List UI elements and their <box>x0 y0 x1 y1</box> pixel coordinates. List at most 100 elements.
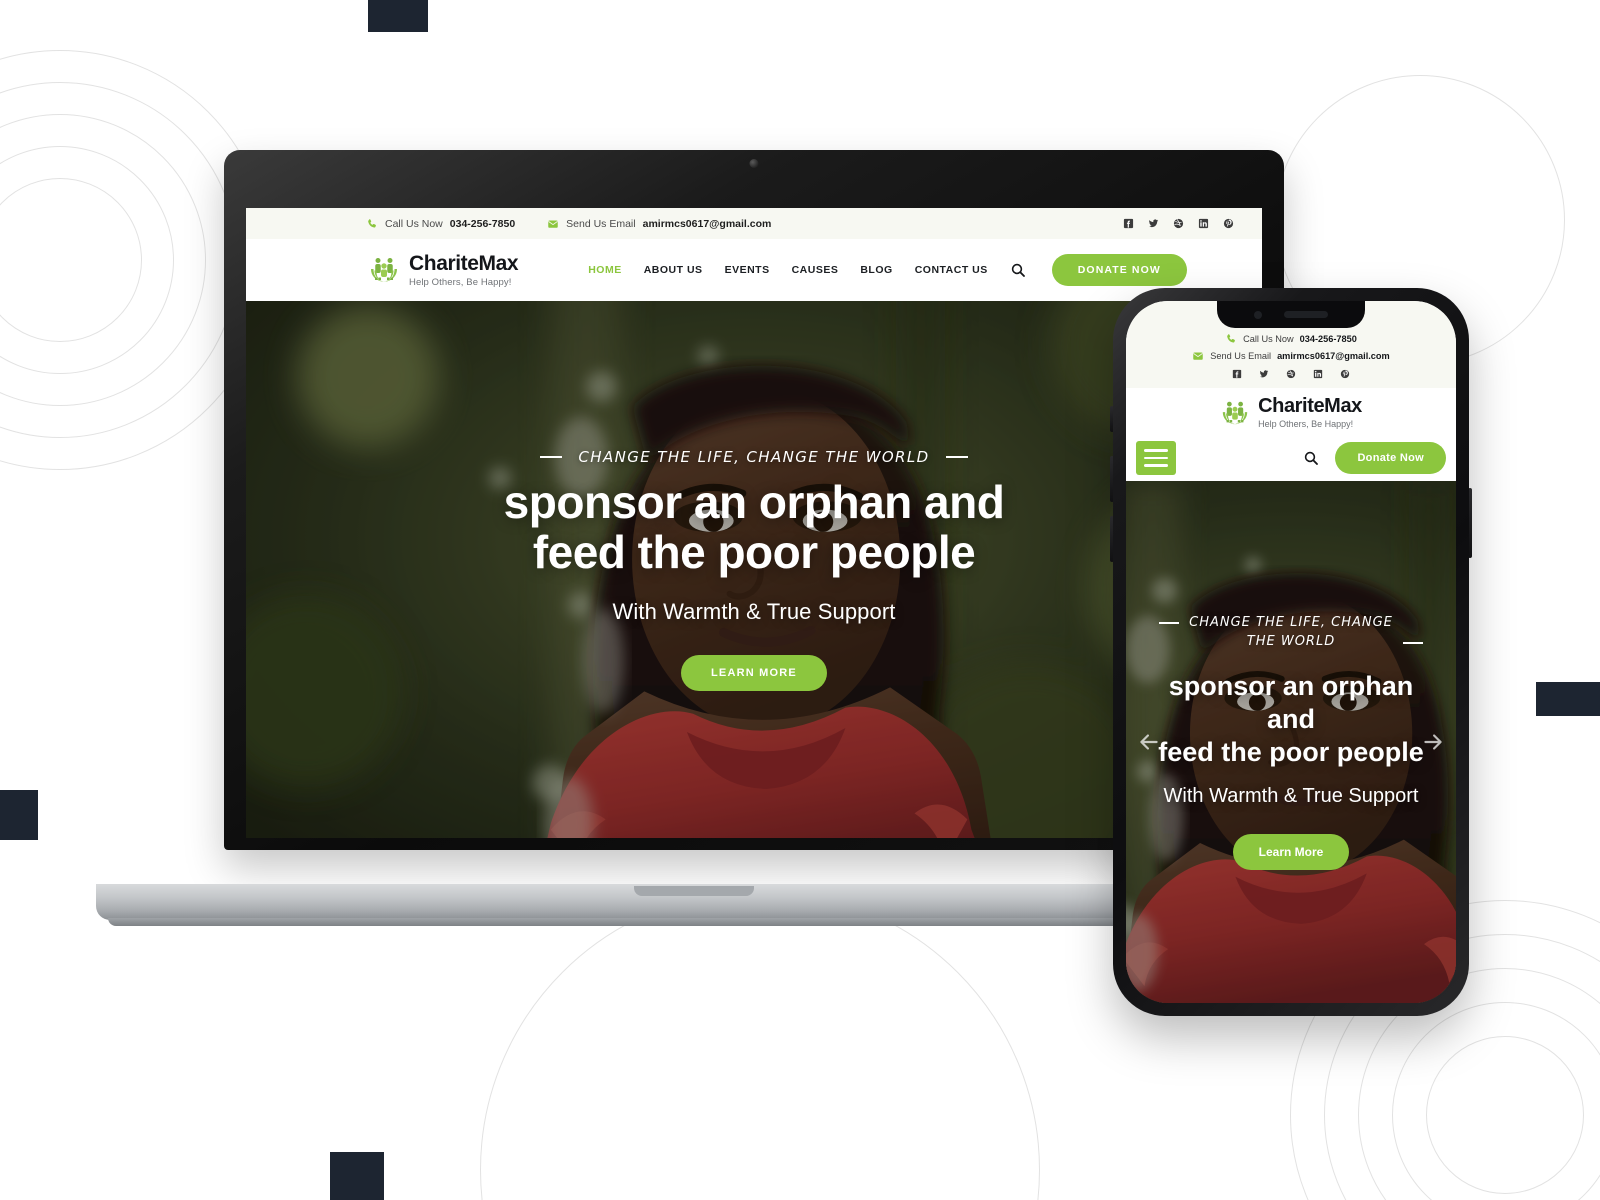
dribbble-icon <box>1286 369 1296 379</box>
phone-mockup: Call Us Now 034-256-7850 Send Us Email a… <box>1110 288 1472 1016</box>
linkedin-icon <box>1313 369 1323 379</box>
nav-item-blog[interactable]: BLOG <box>860 264 892 276</box>
laptop-base-notch <box>634 886 754 896</box>
hero-title-line-2: feed the poor people <box>532 525 976 578</box>
desktop-topbar: Call Us Now 034-256-7850 Send Us Email a… <box>246 208 1262 239</box>
brand-name: ChariteMax <box>409 251 519 275</box>
slider-prev-button[interactable] <box>1136 729 1162 755</box>
mobile-eyebrow-line-1: CHANGE THE LIFE, CHANGE <box>1189 615 1393 631</box>
mobile-search-button[interactable] <box>1303 450 1319 466</box>
slider-next-button[interactable] <box>1420 729 1446 755</box>
facebook-icon <box>1123 218 1134 229</box>
decorative-square-right <box>1536 682 1600 716</box>
phone-notch <box>1217 301 1365 328</box>
decorative-square-left <box>0 790 38 840</box>
mobile-brand-name: ChariteMax <box>1258 395 1362 417</box>
mobile-hero-subtitle: With Warmth & True Support <box>1163 784 1419 807</box>
nav-item-events[interactable]: EVENTS <box>725 264 770 276</box>
hamburger-menu-icon[interactable] <box>1136 441 1176 475</box>
social-link-dribbble[interactable] <box>1286 369 1296 379</box>
mobile-action-bar: Donate Now <box>1126 435 1456 481</box>
primary-nav: HOME ABOUT US EVENTS CAUSES BLOG CONTACT… <box>588 264 988 276</box>
desktop-navbar: ChariteMax Help Others, Be Happy! HOME A… <box>246 239 1262 301</box>
topbar-phone-label: Call Us Now <box>385 217 443 230</box>
mobile-hero-title-line-3: feed the poor people <box>1158 736 1424 767</box>
mobile-topbar-email[interactable]: Send Us Email amirmcs0617@gmail.com <box>1136 350 1446 362</box>
pinterest-icon <box>1340 369 1350 379</box>
social-link-linkedin[interactable] <box>1198 218 1209 229</box>
brand-tagline: Help Others, Be Happy! <box>409 276 512 288</box>
topbar-email-value: amirmcs0617@gmail.com <box>642 217 772 230</box>
social-link-dribbble[interactable] <box>1173 218 1184 229</box>
nav-item-contact-us[interactable]: CONTACT US <box>915 264 988 276</box>
social-link-pinterest[interactable] <box>1340 369 1350 379</box>
eyebrow-dash-left <box>1159 622 1180 625</box>
mobile-eyebrow-line-2: THE WORLD <box>1246 634 1336 650</box>
hero-subtitle: With Warmth & True Support <box>612 598 896 624</box>
arrow-right-icon <box>1420 729 1446 755</box>
family-in-hands-icon <box>368 254 400 286</box>
search-button[interactable] <box>1010 262 1026 278</box>
mobile-website-screen: Call Us Now 034-256-7850 Send Us Email a… <box>1126 301 1456 1003</box>
topbar-email-label: Send Us Email <box>566 217 636 230</box>
phone-icon <box>1225 333 1237 345</box>
social-link-pinterest[interactable] <box>1223 218 1234 229</box>
hero-title-line-1: sponsor an orphan and <box>503 476 1005 529</box>
topbar-phone[interactable]: Call Us Now 034-256-7850 <box>366 218 515 230</box>
desktop-hero-slider: CHANGE THE LIFE, CHANGE THE WORLD sponso… <box>246 301 1262 838</box>
dribbble-icon <box>1173 218 1184 229</box>
nav-item-causes[interactable]: CAUSES <box>792 264 839 276</box>
search-icon <box>1303 450 1319 466</box>
social-link-facebook[interactable] <box>1123 218 1134 229</box>
mobile-phone-label: Call Us Now <box>1243 334 1294 344</box>
laptop-camera-icon <box>749 159 759 168</box>
donate-now-button[interactable]: DONATE NOW <box>1051 254 1187 286</box>
mobile-brand-tagline: Help Others, Be Happy! <box>1258 419 1354 429</box>
mobile-social-links <box>1136 369 1446 379</box>
social-link-linkedin[interactable] <box>1313 369 1323 379</box>
pinterest-icon <box>1223 218 1234 229</box>
hero-eyebrow: CHANGE THE LIFE, CHANGE THE WORLD <box>540 448 968 467</box>
social-link-twitter[interactable] <box>1259 369 1269 379</box>
topbar-email[interactable]: Send Us Email amirmcs0617@gmail.com <box>547 218 771 230</box>
hero-title: sponsor an orphan and feed the poor peop… <box>503 476 1005 578</box>
arrow-left-icon <box>1136 729 1162 755</box>
brand-logo[interactable]: ChariteMax Help Others, Be Happy! <box>368 251 519 288</box>
mobile-email-value: amirmcs0617@gmail.com <box>1277 351 1390 361</box>
envelope-icon <box>547 218 559 230</box>
phone-icon <box>366 218 378 230</box>
family-in-hands-icon <box>1220 398 1250 428</box>
mockup-stage: Call Us Now 034-256-7850 Send Us Email a… <box>0 0 1600 1200</box>
hero-learn-more-button[interactable]: LEARN MORE <box>681 654 827 691</box>
mobile-hero-learn-more-button[interactable]: Learn More <box>1232 833 1350 870</box>
mobile-donate-now-button[interactable]: Donate Now <box>1335 442 1446 474</box>
decorative-ring-bottom-center <box>480 890 1040 1200</box>
hero-eyebrow-text: CHANGE THE LIFE, CHANGE THE WORLD <box>578 448 930 467</box>
phone-front-camera-icon <box>1254 310 1262 319</box>
phone-speaker-icon <box>1284 311 1328 318</box>
decorative-square-top <box>368 0 428 32</box>
phone-frame: Call Us Now 034-256-7850 Send Us Email a… <box>1113 288 1469 1016</box>
eyebrow-dash-left <box>540 456 563 459</box>
eyebrow-dash-right <box>945 456 968 459</box>
twitter-icon <box>1148 218 1159 229</box>
nav-item-about-us[interactable]: ABOUT US <box>644 264 703 276</box>
social-link-twitter[interactable] <box>1148 218 1159 229</box>
facebook-icon <box>1232 369 1242 379</box>
topbar-phone-value: 034-256-7850 <box>449 217 516 230</box>
mobile-hero-eyebrow: CHANGE THE LIFE, CHANGE THE WORLD <box>1144 614 1438 652</box>
decorative-square-bottom <box>330 1152 384 1200</box>
mobile-brand-logo[interactable]: ChariteMax Help Others, Be Happy! <box>1126 388 1456 435</box>
twitter-icon <box>1259 369 1269 379</box>
nav-item-home[interactable]: HOME <box>588 264 622 276</box>
mobile-hero-title-line-1: sponsor an orphan <box>1168 670 1414 701</box>
search-icon <box>1010 262 1026 278</box>
topbar-social-links <box>1123 218 1234 229</box>
mobile-topbar-phone[interactable]: Call Us Now 034-256-7850 <box>1136 333 1446 345</box>
social-link-facebook[interactable] <box>1232 369 1242 379</box>
mobile-hero-title-line-2: and <box>1266 703 1315 734</box>
mobile-email-label: Send Us Email <box>1210 351 1272 361</box>
envelope-icon <box>1192 350 1204 362</box>
laptop-foot <box>108 918 1280 926</box>
linkedin-icon <box>1198 218 1209 229</box>
